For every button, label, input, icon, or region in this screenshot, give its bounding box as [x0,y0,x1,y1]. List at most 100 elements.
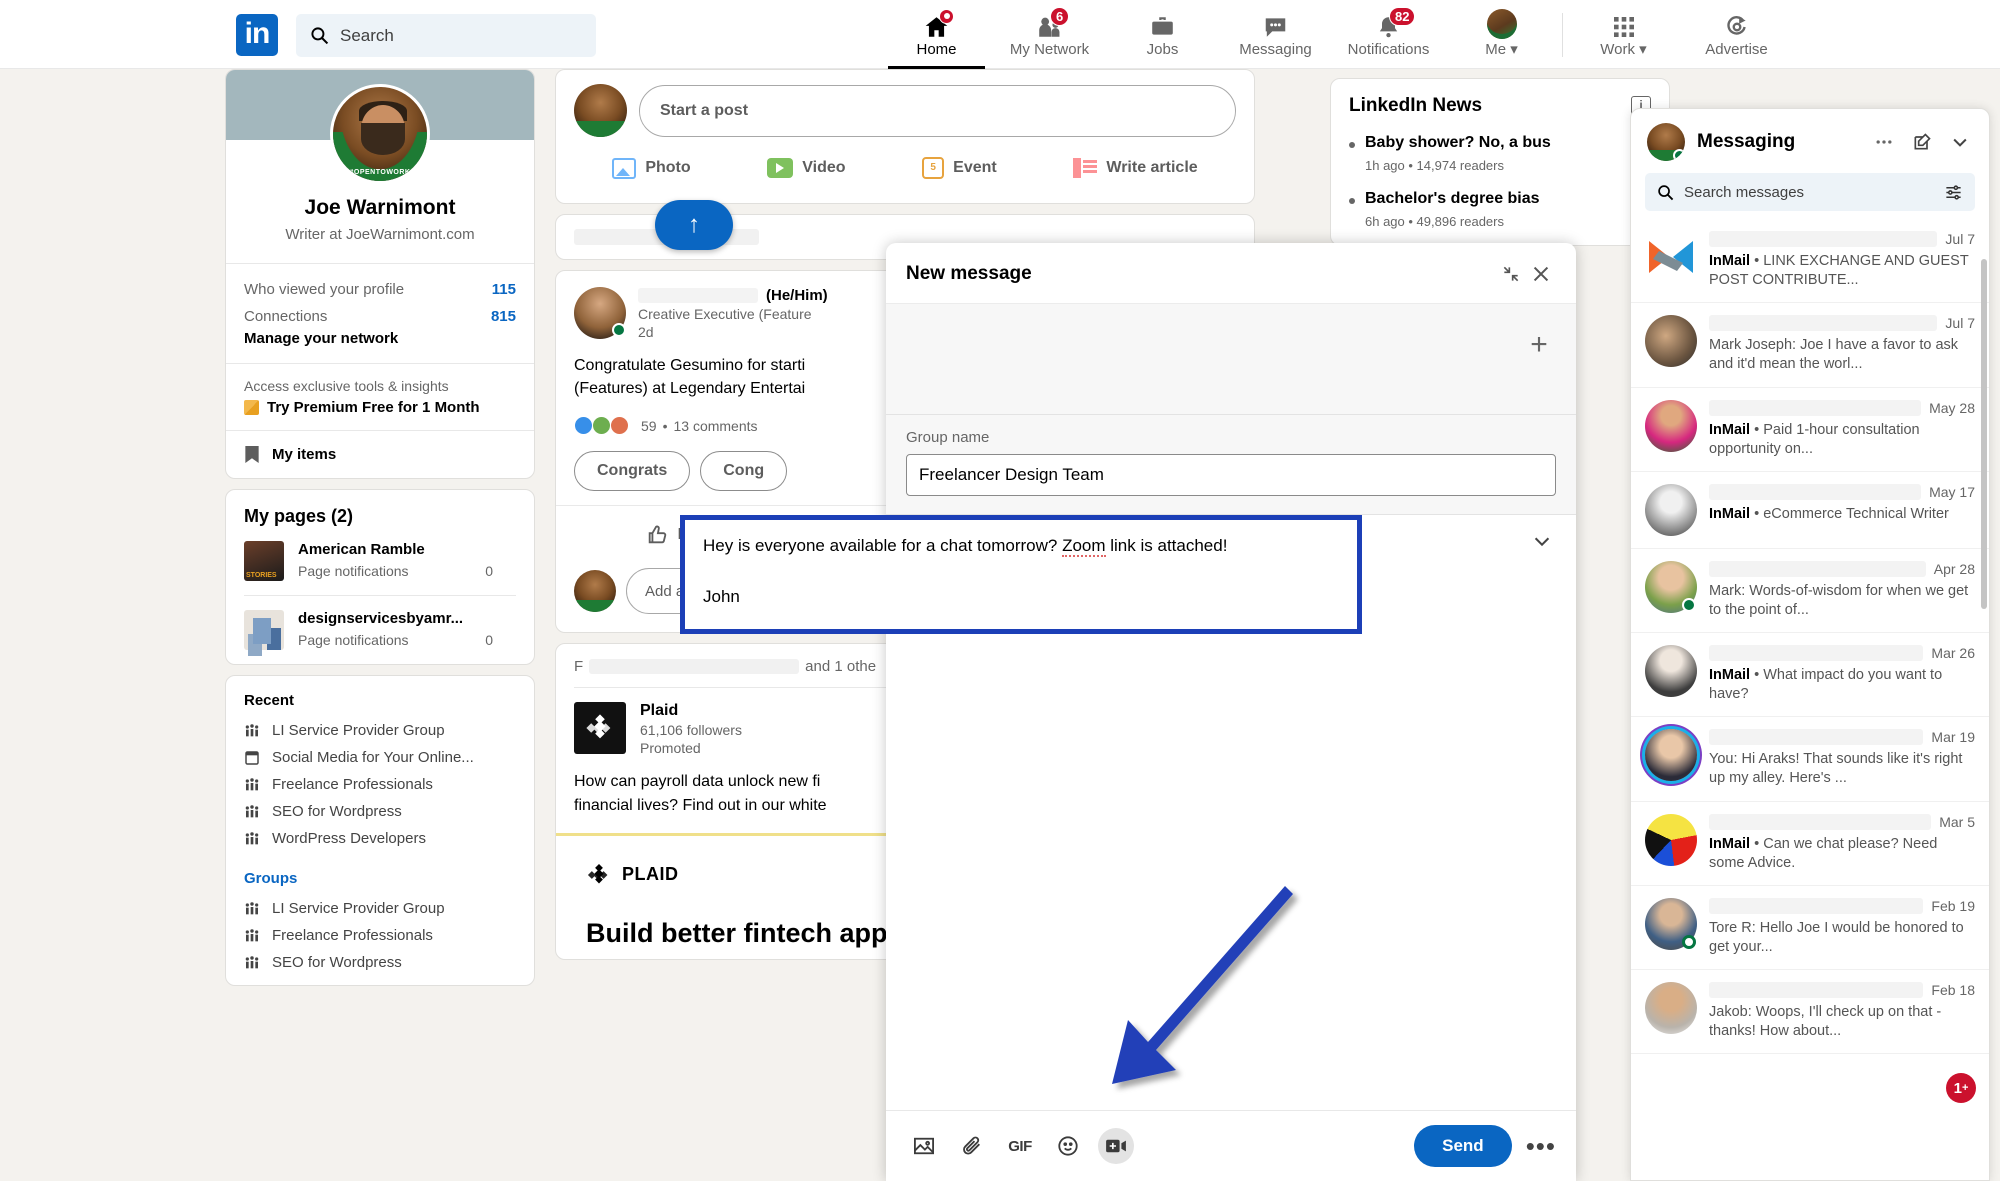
composer-action-write-article[interactable]: Write article [1061,147,1209,189]
conversation-item[interactable]: May 28 InMail • Paid 1-hour consultation… [1631,388,1989,472]
messaging-scrollbar[interactable] [1981,259,1987,609]
conversation-item[interactable]: Jul 7 InMail • LINK EXCHANGE AND GUEST P… [1631,219,1989,303]
recent-item-0[interactable]: LI Service Provider Group [226,717,534,744]
nav-item-my-network[interactable]: 6 My Network [993,0,1106,69]
recipients-field[interactable]: + [886,303,1576,415]
bullet-icon [1349,142,1355,148]
promo-company-name[interactable]: Plaid [640,702,742,720]
image-icon[interactable] [906,1128,942,1164]
conversation-preview: Jakob: Woops, I'll check up on that - th… [1709,1003,1975,1041]
reaction-sep: • [663,418,668,434]
composer-action-video[interactable]: Video [755,147,857,189]
profile-name[interactable]: Joe Warnimont [226,196,534,220]
linkedin-page: in Search Home [0,0,2000,1181]
conversation-date: Feb 18 [1931,982,1975,998]
page-item-designservices[interactable]: designservicesbyamr... Page notification… [226,596,534,664]
quick-reply-congrats[interactable]: Congrats [574,451,690,491]
manage-network-link[interactable]: Manage your network [226,330,534,349]
avatar [1645,400,1697,452]
scroll-to-top-button[interactable]: ↑ [655,200,733,250]
group-name-input[interactable]: Freelancer Design Team [906,454,1556,496]
chevron-down-icon[interactable] [1531,530,1553,557]
nav-item-messaging[interactable]: Messaging [1219,0,1332,69]
news-headline: Baby shower? No, a bus [1365,133,1551,154]
more-icon[interactable]: ••• [1526,1131,1556,1162]
nav-item-home[interactable]: Home [880,0,993,69]
followed-by-names [589,659,799,674]
search-messages-input[interactable]: Search messages [1645,173,1975,211]
group-item-1[interactable]: Freelance Professionals [226,922,534,949]
video-meeting-icon[interactable] [1098,1128,1134,1164]
conversation-name [1709,814,1931,830]
post-author-name[interactable]: (He/Him) [638,287,828,304]
filter-icon[interactable] [1944,183,1963,202]
start-a-post-input[interactable]: Start a post [639,85,1236,137]
group-icon [244,955,260,971]
messaging-title: Messaging [1697,131,1859,153]
stat-profile-views[interactable]: Who viewed your profile 115 [226,276,534,303]
recent-item-1[interactable]: Social Media for Your Online... [226,744,534,771]
home-icon [923,12,950,40]
conversation-item[interactable]: Mar 19 You: Hi Araks! That sounds like i… [1631,717,1989,801]
recent-item-2[interactable]: Freelance Professionals [226,771,534,798]
conversation-item[interactable]: Mar 26 InMail • What impact do you want … [1631,633,1989,717]
avatar [1645,729,1697,781]
composer-avatar[interactable] [574,84,627,137]
page-item-american-ramble[interactable]: American Ramble Page notifications0 [226,539,534,595]
stat-connections[interactable]: Connections 815 [226,303,534,330]
emoji-icon[interactable] [1050,1128,1086,1164]
conversation-item[interactable]: Mar 5 InMail • Can we chat please? Need … [1631,802,1989,886]
comment-avatar[interactable] [574,570,616,612]
stat-label: Who viewed your profile [244,281,404,298]
collapse-icon[interactable] [1496,259,1526,289]
search-input[interactable]: Search [296,14,596,57]
nav-item-advertise[interactable]: Advertise [1680,0,1793,69]
plus-icon[interactable]: + [1522,328,1556,362]
nav-item-jobs[interactable]: Jobs [1106,0,1219,69]
open-to-work-ribbon: #OPENTOWORK [333,169,427,176]
more-icon[interactable] [1871,129,1897,155]
recent-item-3[interactable]: SEO for Wordpress [226,798,534,825]
nav-items: Home 6 My Network [880,0,1793,69]
bullet-icon [1349,198,1355,204]
conversation-item[interactable]: Feb 18 Jakob: Woops, I'll check up on th… [1631,970,1989,1054]
avatar [1645,814,1697,866]
composer-action-event[interactable]: 5 Event [910,147,1009,189]
conversation-item[interactable]: Feb 19 Tore R: Hello Joe I would be hono… [1631,886,1989,970]
chevron-down-icon[interactable] [1947,129,1973,155]
conversation-name [1709,231,1937,247]
nav-item-me[interactable]: Me ▾ [1445,0,1558,69]
messaging-avatar[interactable] [1647,123,1685,161]
news-item-0[interactable]: Baby shower? No, a bus 1h ago • 14,974 r… [1349,133,1651,173]
away-status-icon [1682,935,1696,949]
group-icon [244,901,260,917]
nav-item-work[interactable]: Work ▾ [1567,0,1680,69]
quick-reply-congrats-2[interactable]: Cong [700,451,787,491]
send-button[interactable]: Send [1414,1125,1512,1167]
nav-label-notifications: Notifications [1348,41,1430,58]
profile-avatar[interactable]: #OPENTOWORK [226,84,534,184]
conversation-item[interactable]: Apr 28 Mark: Words-of-wisdom for when we… [1631,549,1989,633]
gif-icon[interactable]: GIF [1002,1128,1038,1164]
nav-item-notifications[interactable]: 82 Notifications [1332,0,1445,69]
recent-item-4[interactable]: WordPress Developers [226,825,534,852]
compose-icon[interactable] [1909,129,1935,155]
composer-action-photo[interactable]: Photo [600,147,702,189]
group-item-2[interactable]: SEO for Wordpress [226,949,534,985]
attachment-icon[interactable] [954,1128,990,1164]
reaction-count: 59 [641,418,657,434]
my-items-link[interactable]: My items [226,431,534,478]
close-icon[interactable] [1526,259,1556,289]
conversation-preview: Mark: Words-of-wisdom for when we get to… [1709,582,1975,620]
conversation-item[interactable]: May 17 InMail • eCommerce Technical Writ… [1631,472,1989,549]
group-item-0[interactable]: LI Service Provider Group [226,895,534,922]
premium-promo[interactable]: Access exclusive tools & insights Try Pr… [226,364,534,430]
message-textarea[interactable]: Hey is everyone available for a chat tom… [680,515,1362,634]
attachment-count-badge: 1+ [1946,1073,1976,1103]
nav-label-my-network: My Network [1010,41,1089,58]
conversation-item[interactable]: Jul 7 Mark Joseph: Joe I have a favor to… [1631,303,1989,387]
post-author-avatar[interactable] [574,287,626,339]
news-item-1[interactable]: Bachelor's degree bias 6h ago • 49,896 r… [1349,189,1651,229]
nav-divider [1562,13,1563,57]
linkedin-logo[interactable]: in [236,14,278,56]
